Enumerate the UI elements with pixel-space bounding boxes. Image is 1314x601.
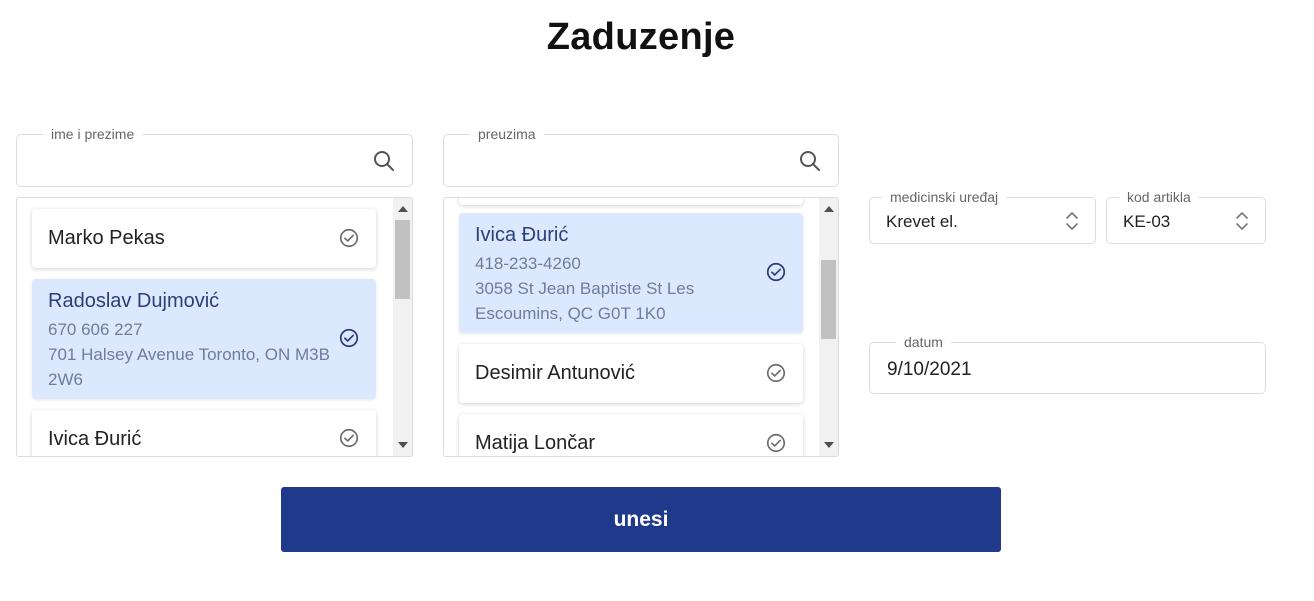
list-item[interactable]: Matija Lončar (459, 414, 803, 456)
unfold-icon[interactable] (1235, 210, 1249, 232)
scroll-down-arrow-icon[interactable] (398, 442, 408, 448)
person-list[interactable]: Marko Pekas Radoslav Dujmović 670 606 22… (16, 197, 413, 457)
list-item[interactable]: Ivica Đurić (32, 410, 376, 456)
person-name: Ivica Đurić (475, 224, 569, 246)
check-circle-icon[interactable] (338, 327, 360, 349)
device-select[interactable]: medicinski uređaj Krevet el. (869, 189, 1096, 244)
scroll-up-arrow-icon[interactable] (398, 206, 408, 212)
scroll-down-arrow-icon[interactable] (824, 442, 834, 448)
device-select-value: Krevet el. (886, 212, 958, 231)
unfold-icon[interactable] (1065, 210, 1079, 232)
list-item[interactable] (459, 198, 803, 205)
person-address-line2: 2W6 (48, 370, 83, 389)
item-code-value: KE-03 (1123, 212, 1171, 231)
search-icon[interactable] (372, 149, 396, 173)
list-item[interactable]: Desimir Antunović (459, 344, 803, 403)
submit-button[interactable]: unesi (281, 487, 1001, 552)
receiver-search-label: preuzima (470, 126, 544, 142)
person-name: Desimir Antunović (475, 362, 636, 384)
device-select-label: medicinski uređaj (882, 189, 1007, 205)
list-item[interactable]: Radoslav Dujmović 670 606 227 701 Halsey… (32, 279, 376, 399)
list-item[interactable]: Ivica Đurić 418-233-4260 3058 St Jean Ba… (459, 213, 803, 333)
person-address: 701 Halsey Avenue Toronto, ON M3B (48, 345, 330, 364)
person-name: Matija Lončar (475, 432, 596, 454)
receiver-search-field: preuzima (443, 126, 839, 187)
person-address-line2: Escoumins, QC G0T 1K0 (475, 304, 666, 323)
check-circle-icon[interactable] (765, 362, 787, 384)
person-address: 3058 St Jean Baptiste St Les (475, 279, 695, 298)
scrollbar-thumb[interactable] (821, 260, 836, 339)
search-icon[interactable] (798, 149, 822, 173)
person-name: Ivica Đurić (48, 428, 142, 450)
date-input[interactable] (885, 357, 1245, 383)
scrollbar-thumb[interactable] (395, 220, 410, 299)
scrollbar[interactable] (819, 198, 838, 456)
name-search-field: ime i prezime (16, 126, 413, 187)
item-code-label: kod artikla (1119, 189, 1199, 205)
name-search-label: ime i prezime (43, 126, 143, 142)
person-name: Marko Pekas (48, 227, 165, 249)
list-item[interactable]: Marko Pekas (32, 209, 376, 268)
person-phone: 670 606 227 (48, 320, 143, 339)
name-search-input[interactable] (29, 149, 359, 173)
check-circle-icon[interactable] (338, 227, 360, 249)
scrollbar[interactable] (393, 198, 412, 456)
date-label: datum (896, 334, 951, 350)
receiver-list[interactable]: Ivica Đurić 418-233-4260 3058 St Jean Ba… (443, 197, 839, 457)
check-circle-icon[interactable] (338, 427, 360, 449)
item-code-select[interactable]: kod artikla KE-03 (1106, 189, 1266, 244)
person-phone: 418-233-4260 (475, 254, 581, 273)
page-title: Zaduzenje (546, 16, 736, 58)
scroll-up-arrow-icon[interactable] (824, 206, 834, 212)
check-circle-icon[interactable] (765, 261, 787, 283)
person-name: Radoslav Dujmović (48, 290, 220, 312)
date-field: datum (869, 334, 1266, 394)
receiver-search-input[interactable] (456, 149, 786, 173)
check-circle-icon[interactable] (765, 432, 787, 454)
